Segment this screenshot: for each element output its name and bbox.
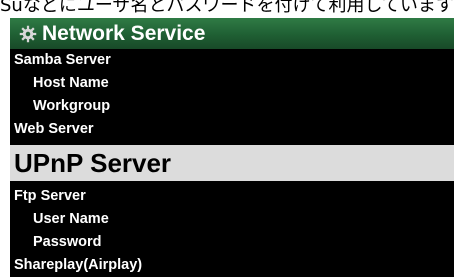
background-caption-strip: Suなどにユーザ名とパスワードを付けて利用しています bbox=[0, 0, 463, 18]
settings-menu-list: Samba Server Host Name Workgroup Web Ser… bbox=[10, 49, 454, 277]
menu-item-user-name[interactable]: User Name bbox=[10, 208, 454, 231]
menu-item-workgroup[interactable]: Workgroup bbox=[10, 95, 454, 118]
device-screen: Network Service Samba Server Host Name W… bbox=[10, 18, 454, 277]
menu-item-shareplay-airplay[interactable]: Shareplay(Airplay) bbox=[10, 254, 454, 277]
menu-item-web-server[interactable]: Web Server bbox=[10, 118, 454, 141]
menu-header: Network Service bbox=[10, 18, 454, 49]
menu-item-samba-server[interactable]: Samba Server bbox=[10, 49, 454, 72]
menu-item-host-name[interactable]: Host Name bbox=[10, 72, 454, 95]
gear-icon bbox=[18, 24, 38, 44]
menu-item-ftp-server[interactable]: Ftp Server bbox=[10, 185, 454, 208]
menu-item-password[interactable]: Password bbox=[10, 231, 454, 254]
menu-item-upnp-server[interactable]: UPnP Server bbox=[10, 145, 454, 181]
page-title: Network Service bbox=[42, 21, 206, 45]
background-caption-text: Suなどにユーザ名とパスワードを付けて利用しています bbox=[0, 0, 454, 16]
